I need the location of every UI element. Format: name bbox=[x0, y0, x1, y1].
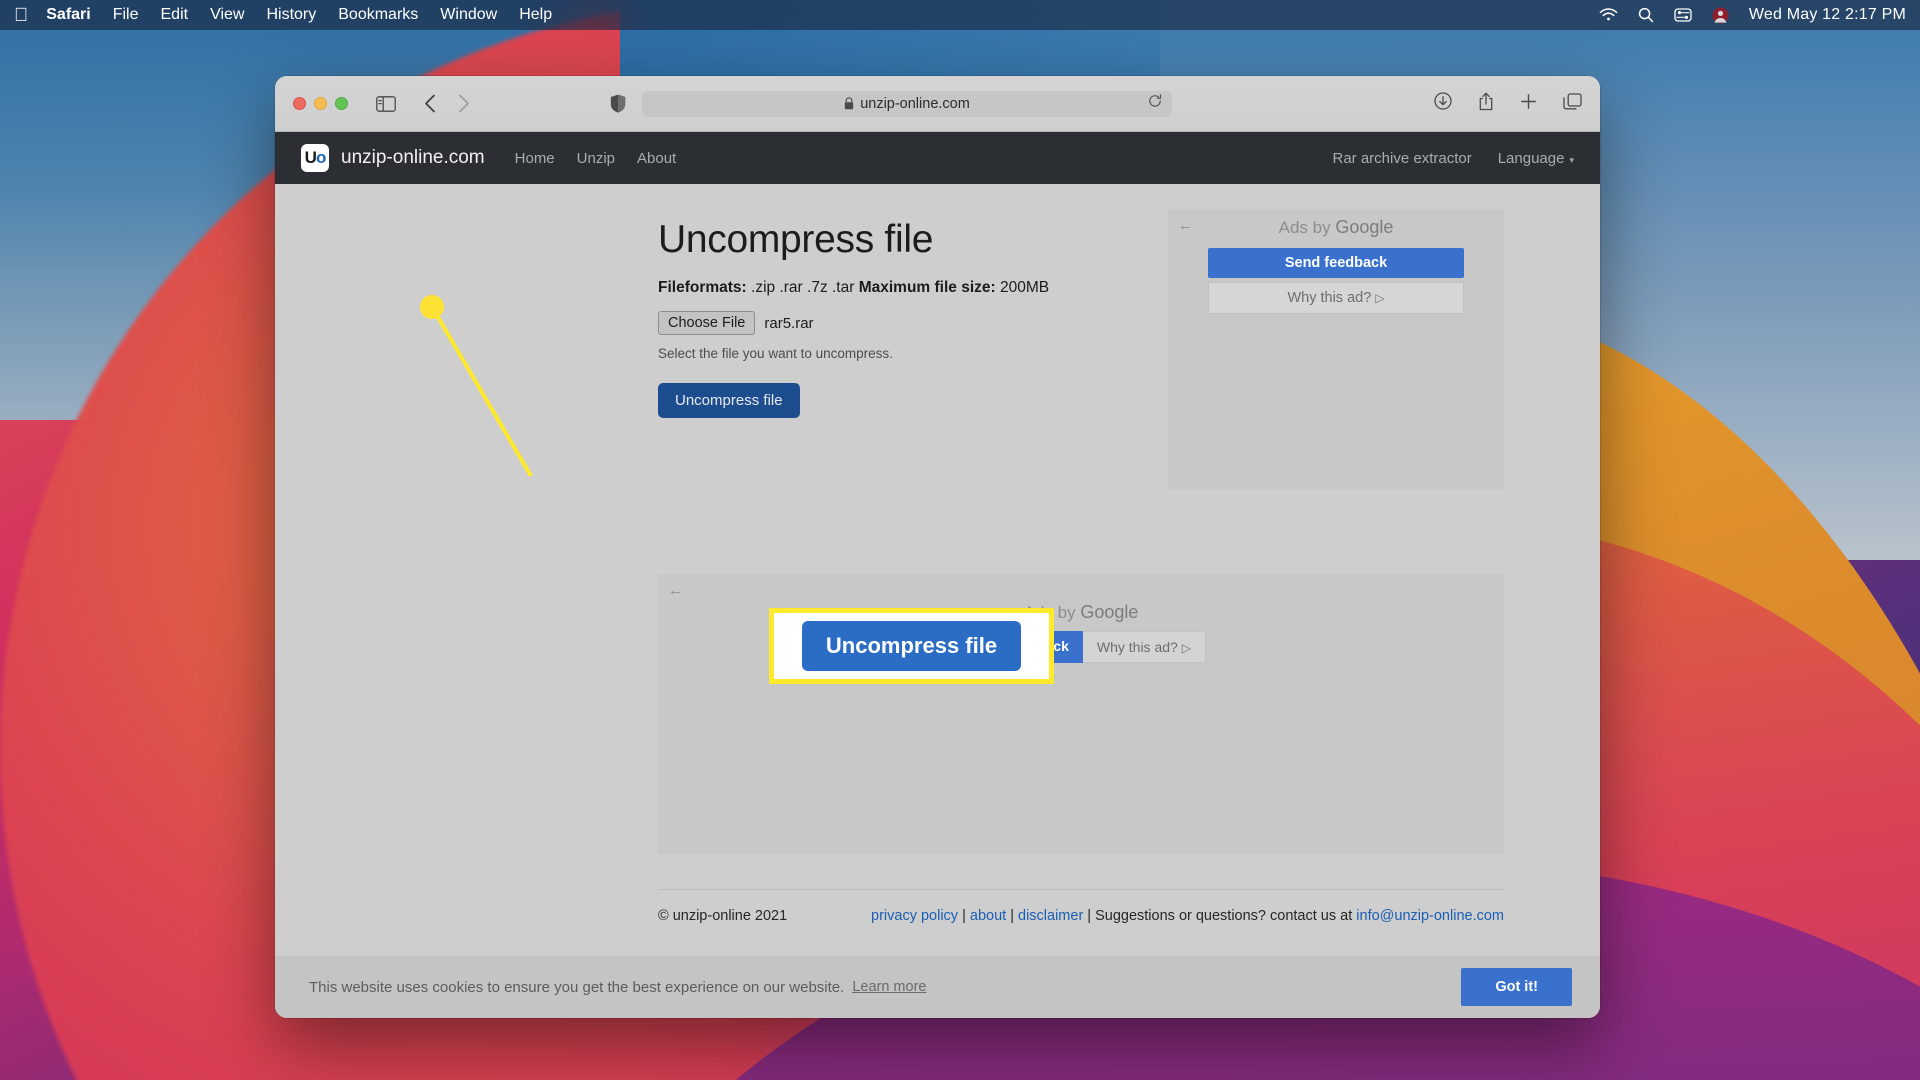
logo-letter-o: o bbox=[315, 148, 326, 167]
wifi-icon[interactable] bbox=[1599, 8, 1618, 22]
ads-by-text: Ads by bbox=[1278, 218, 1331, 237]
browser-toolbar: unzip-online.com bbox=[275, 76, 1600, 132]
footer-sep-1: | bbox=[958, 908, 970, 924]
nav-link-home[interactable]: Home bbox=[515, 150, 555, 167]
choose-file-button[interactable]: Choose File bbox=[658, 311, 756, 335]
address-bar[interactable]: unzip-online.com bbox=[642, 90, 1172, 117]
menu-item-history[interactable]: History bbox=[266, 6, 316, 24]
cookie-consent-bar: This website uses cookies to ensure you … bbox=[275, 956, 1600, 1018]
fileformats-label: Fileformats: bbox=[658, 279, 747, 296]
language-label: Language bbox=[1497, 149, 1565, 167]
menu-item-window[interactable]: Window bbox=[440, 6, 497, 24]
footer-suggestions-text: | Suggestions or questions? contact us a… bbox=[1083, 908, 1357, 924]
back-icon[interactable] bbox=[424, 94, 436, 113]
new-tab-icon[interactable] bbox=[1520, 93, 1537, 115]
site-brand[interactable]: unzip-online.com bbox=[341, 147, 485, 169]
main-content: Uncompress file Fileformats: .zip .rar .… bbox=[275, 184, 1600, 924]
menu-item-edit[interactable]: Edit bbox=[161, 6, 189, 24]
about-link[interactable]: about bbox=[970, 908, 1006, 924]
language-dropdown[interactable]: Language ▾ bbox=[1498, 150, 1574, 167]
download-icon[interactable] bbox=[1434, 92, 1452, 115]
why-this-ad-button[interactable]: Why this ad? ▷ bbox=[1208, 282, 1464, 314]
cookie-accept-button[interactable]: Got it! bbox=[1461, 968, 1572, 1006]
menu-item-file[interactable]: File bbox=[113, 6, 139, 24]
uncompress-file-button[interactable]: Uncompress file bbox=[658, 383, 800, 418]
send-feedback-button[interactable]: Send feedback bbox=[1208, 248, 1464, 278]
sidebar-icon[interactable] bbox=[376, 95, 396, 112]
ad-info-icon-bottom: ▷ bbox=[1181, 641, 1191, 655]
ad-bottom-back-arrow-icon[interactable]: ← bbox=[668, 582, 683, 599]
desktop:  Safari File Edit View History Bookmark… bbox=[0, 0, 1920, 1080]
footer-links: privacy policy | about | disclaimer | Su… bbox=[871, 908, 1504, 924]
ad-panel-right: ← Ads by Google Send feedback Why this a… bbox=[1168, 209, 1504, 489]
fileformats-value: .zip .rar .7z .tar bbox=[751, 279, 855, 296]
address-bar-content: unzip-online.com bbox=[844, 96, 970, 112]
menu-bar:  Safari File Edit View History Bookmark… bbox=[0, 0, 1920, 30]
reload-icon[interactable] bbox=[1148, 94, 1162, 113]
disclaimer-link[interactable]: disclaimer bbox=[1018, 908, 1083, 924]
safari-window: unzip-online.com U o unzip-online.com Ho… bbox=[275, 76, 1600, 1018]
why-this-ad-button-bottom[interactable]: Why this ad? ▷ bbox=[1082, 631, 1206, 663]
tab-overview-icon[interactable] bbox=[1563, 92, 1582, 115]
share-icon[interactable] bbox=[1478, 92, 1494, 116]
chevron-down-icon: ▾ bbox=[1569, 154, 1574, 165]
selected-filename: rar5.rar bbox=[764, 314, 814, 332]
menu-item-help[interactable]: Help bbox=[519, 6, 552, 24]
toolbar-right-actions bbox=[1420, 92, 1582, 116]
ad-info-icon: ▷ bbox=[1375, 291, 1385, 305]
cookie-learn-more-link[interactable]: Learn more bbox=[852, 979, 926, 995]
nav-link-about[interactable]: About bbox=[637, 150, 676, 167]
control-center-icon[interactable] bbox=[1674, 8, 1692, 22]
menu-bar-clock[interactable]: Wed May 12 2:17 PM bbox=[1749, 6, 1906, 24]
zoom-callout-box: Uncompress file bbox=[769, 608, 1054, 684]
privacy-policy-link[interactable]: privacy policy bbox=[871, 908, 958, 924]
page-content: Uncompress file Fileformats: .zip .rar .… bbox=[275, 184, 1600, 1018]
site-header: Uo unzip-online.com Home Unzip About Rar… bbox=[275, 132, 1600, 184]
forward-icon[interactable] bbox=[458, 94, 470, 113]
ads-by-google-label: Ads by Google bbox=[1168, 209, 1504, 238]
google-wordmark: Google bbox=[1335, 217, 1394, 237]
window-controls bbox=[293, 97, 348, 110]
nav-link-rar-archive-extractor[interactable]: Rar archive extractor bbox=[1333, 150, 1472, 167]
cookie-message: This website uses cookies to ensure you … bbox=[309, 978, 845, 996]
minimize-window-button[interactable] bbox=[314, 97, 327, 110]
close-window-button[interactable] bbox=[293, 97, 306, 110]
why-this-ad-label-bottom: Why this ad? bbox=[1096, 639, 1178, 655]
copyright-text: © unzip-online 2021 bbox=[658, 908, 788, 924]
menu-item-bookmarks[interactable]: Bookmarks bbox=[338, 6, 418, 24]
callout-uncompress-file-button[interactable]: Uncompress file bbox=[801, 621, 1022, 671]
address-bar-url: unzip-online.com bbox=[860, 95, 970, 112]
footer-sep-2: | bbox=[1006, 908, 1019, 924]
nav-link-unzip[interactable]: Unzip bbox=[577, 150, 615, 167]
site-footer: © unzip-online 2021 privacy policy | abo… bbox=[658, 889, 1504, 924]
menu-bar-status-area: Wed May 12 2:17 PM bbox=[1599, 6, 1906, 24]
ad-back-arrow-icon[interactable]: ← bbox=[1178, 217, 1193, 234]
lock-icon bbox=[844, 97, 854, 110]
search-icon[interactable] bbox=[1638, 7, 1654, 23]
logo-letter-u: U bbox=[304, 148, 317, 167]
shield-icon[interactable] bbox=[610, 94, 626, 113]
apple-logo-icon[interactable]:  bbox=[14, 6, 28, 25]
maxsize-label: Maximum file size: bbox=[858, 279, 996, 296]
site-logo-icon[interactable]: Uo bbox=[301, 144, 329, 172]
maximize-window-button[interactable] bbox=[335, 97, 348, 110]
site-header-right: Rar archive extractor Language ▾ bbox=[1333, 150, 1601, 167]
user-icon[interactable] bbox=[1712, 7, 1729, 24]
contact-email-link[interactable]: info@unzip-online.com bbox=[1356, 908, 1504, 924]
why-this-ad-label: Why this ad? bbox=[1287, 290, 1372, 306]
menu-item-safari[interactable]: Safari bbox=[46, 6, 90, 24]
menu-item-view[interactable]: View bbox=[210, 6, 244, 24]
maxsize-value: 200MB bbox=[1000, 279, 1050, 296]
google-wordmark-bottom: Google bbox=[1080, 602, 1139, 622]
